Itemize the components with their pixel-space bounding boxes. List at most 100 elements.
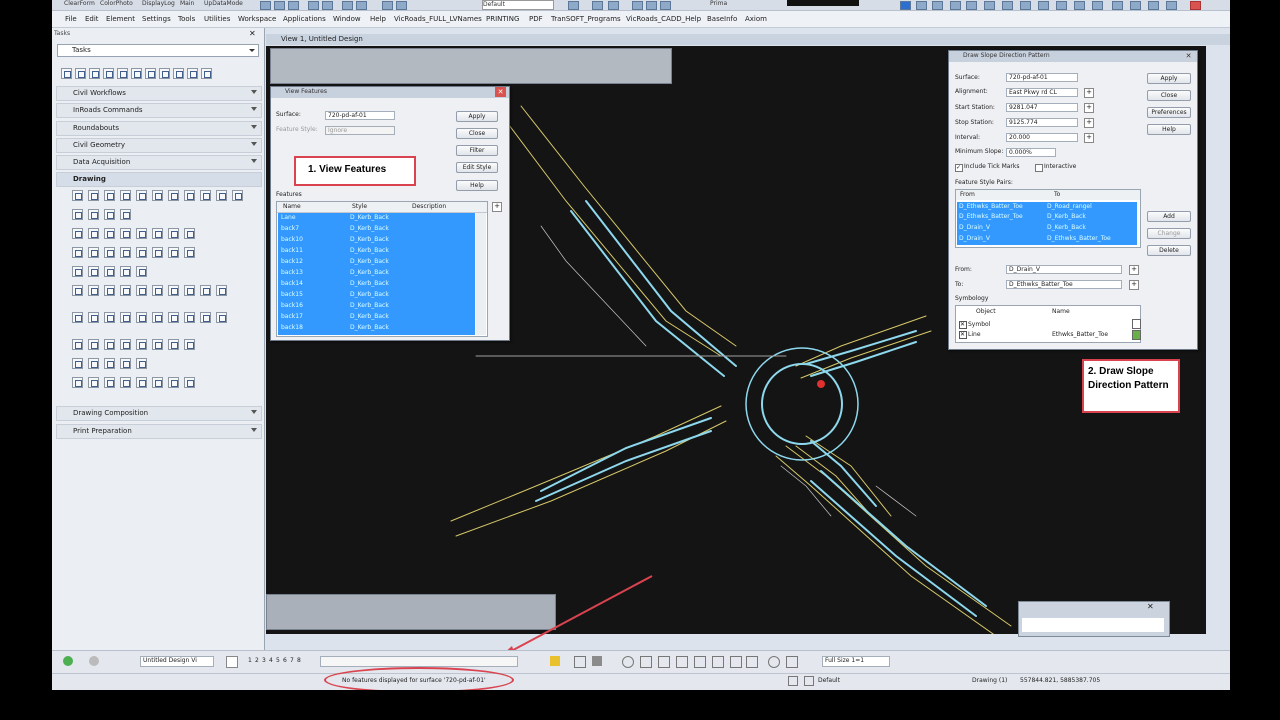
toolbar-icon[interactable] — [632, 1, 643, 10]
section-inroads-commands[interactable]: InRoads Commands — [56, 103, 262, 118]
table-row[interactable]: back16 D_Kerb_Back — [278, 301, 475, 312]
drawing-tool-icon[interactable] — [88, 266, 99, 277]
filter-button[interactable]: Filter — [456, 145, 498, 156]
drawing-tool-icon[interactable] — [72, 312, 83, 323]
drawing-tool-icon[interactable] — [72, 266, 83, 277]
start-station-input[interactable]: 9281.047 — [1006, 103, 1078, 112]
toolbar-icon[interactable] — [1166, 1, 1177, 10]
apply-button[interactable]: Apply — [1147, 73, 1191, 84]
drawing-tool-icon[interactable] — [88, 312, 99, 323]
pick-from-icon[interactable]: + — [1129, 265, 1139, 275]
drawing-tool-icon[interactable] — [152, 228, 163, 239]
help-button[interactable]: Help — [1147, 124, 1191, 135]
drawing-tool-icon[interactable] — [184, 228, 195, 239]
toolbar-icon[interactable] — [950, 1, 961, 10]
list-item[interactable]: D_Ethwks_Batter_Toe D_Kerb_Back — [957, 212, 1137, 222]
drawing-tool-icon[interactable] — [152, 247, 163, 258]
features-list[interactable]: Name Style Description Lane D_Kerb_Back b… — [276, 201, 488, 337]
close-icon[interactable] — [1190, 1, 1201, 10]
drawing-tool-icon[interactable] — [104, 209, 115, 220]
list-item[interactable]: D_Ethwks_Batter_Toe D_Road_rangel — [957, 202, 1137, 212]
table-row[interactable]: back14 D_Kerb_Back — [278, 279, 475, 290]
interactive-checkbox[interactable] — [1035, 164, 1043, 172]
pick-stop-icon[interactable]: + — [1084, 118, 1094, 128]
task-tool-icon[interactable] — [159, 68, 170, 79]
toolbar-item[interactable]: Prima — [710, 0, 727, 7]
view-6-button[interactable]: 6 — [283, 657, 287, 664]
section-drawing[interactable]: Drawing — [56, 172, 262, 187]
toolbar-icon[interactable] — [1020, 1, 1031, 10]
section-print-preparation[interactable]: Print Preparation — [56, 424, 262, 439]
snap-bisector-icon[interactable] — [768, 656, 780, 668]
task-tool-icon[interactable] — [61, 68, 72, 79]
drawing-tool-icon[interactable] — [136, 285, 147, 296]
drawing-tool-icon[interactable] — [88, 209, 99, 220]
table-row[interactable]: back13 D_Kerb_Back — [278, 268, 475, 279]
drawing-tool-icon[interactable] — [184, 377, 195, 388]
table-row[interactable]: back15 D_Kerb_Back — [278, 290, 475, 301]
drawing-tool-icon[interactable] — [120, 285, 131, 296]
toolbar-item[interactable]: ColorPhoto — [100, 0, 133, 7]
drawing-tool-icon[interactable] — [184, 339, 195, 350]
toolbar-icon[interactable] — [900, 1, 911, 10]
drawing-tool-icon[interactable] — [120, 358, 131, 369]
section-drawing-composition[interactable]: Drawing Composition — [56, 406, 262, 421]
feature-style-pairs-list[interactable]: From To D_Ethwks_Batter_Toe D_Road_rangel… — [955, 189, 1141, 248]
drawing-tool-icon[interactable] — [104, 247, 115, 258]
view-8-button[interactable]: 8 — [297, 657, 301, 664]
drawing-tool-icon[interactable] — [120, 247, 131, 258]
tasks-dropdown[interactable]: Tasks — [57, 44, 259, 57]
toolbar-icon[interactable] — [966, 1, 977, 10]
drawing-tool-icon[interactable] — [136, 190, 147, 201]
drawing-tool-icon[interactable] — [152, 190, 163, 201]
view-7-button[interactable]: 7 — [290, 657, 294, 664]
drawing-tool-icon[interactable] — [72, 190, 83, 201]
interval-icon[interactable]: + — [1084, 133, 1094, 143]
level-icon[interactable] — [804, 676, 814, 686]
floating-toolbar[interactable] — [270, 48, 672, 84]
pick-alignment-icon[interactable]: + — [1084, 88, 1094, 98]
toolbar-icon[interactable] — [1038, 1, 1049, 10]
help-button[interactable]: Help — [456, 180, 498, 191]
symbol-checkbox[interactable]: ✕ — [959, 321, 967, 329]
line-color-swatch[interactable] — [1132, 330, 1141, 340]
from-select[interactable]: D_Drain_V — [1006, 265, 1122, 274]
toolbar-icon[interactable] — [984, 1, 995, 10]
drawing-tool-icon[interactable] — [120, 228, 131, 239]
menu-applications[interactable]: Applications — [283, 15, 326, 23]
drawing-tool-icon[interactable] — [216, 190, 227, 201]
table-row[interactable]: back17 D_Kerb_Back — [278, 312, 475, 323]
menu-edit[interactable]: Edit — [85, 15, 99, 23]
forward-icon[interactable] — [89, 656, 99, 666]
section-roundabouts[interactable]: Roundabouts — [56, 121, 262, 136]
menu-vicroads-help[interactable]: VicRoads_CADD_Help — [626, 15, 701, 23]
drawing-tool-icon[interactable] — [120, 339, 131, 350]
snap-perp-icon[interactable] — [730, 656, 742, 668]
drawing-tool-icon[interactable] — [72, 339, 83, 350]
change-button[interactable]: Change — [1147, 228, 1191, 239]
col-style[interactable]: Style — [352, 203, 367, 210]
drawing-tool-icon[interactable] — [184, 312, 195, 323]
grid-icon[interactable] — [592, 656, 602, 666]
toolbar-icon[interactable] — [288, 1, 299, 10]
add-icon[interactable]: + — [492, 202, 502, 212]
apply-button[interactable]: Apply — [456, 111, 498, 122]
close-icon[interactable]: ✕ — [495, 87, 506, 97]
drawing-tool-icon[interactable] — [72, 228, 83, 239]
task-tool-icon[interactable] — [103, 68, 114, 79]
features-list-scrollbar[interactable] — [476, 213, 486, 335]
drawing-tool-icon[interactable] — [152, 312, 163, 323]
delete-button[interactable]: Delete — [1147, 245, 1191, 256]
toolbar-icon[interactable] — [356, 1, 367, 10]
drawing-tool-icon[interactable] — [88, 339, 99, 350]
drawing-tool-icon[interactable] — [88, 190, 99, 201]
menu-vicroads-full[interactable]: VicRoads_FULL_LVNames — [394, 15, 482, 23]
drawing-tool-icon[interactable] — [88, 285, 99, 296]
drawing-tool-icon[interactable] — [72, 377, 83, 388]
stop-station-input[interactable]: 9125.774 — [1006, 118, 1078, 127]
toolbar-item[interactable]: ClearForm — [64, 0, 95, 7]
drawing-tool-icon[interactable] — [152, 339, 163, 350]
toolbar-icon[interactable] — [916, 1, 927, 10]
menu-utilities[interactable]: Utilities — [204, 15, 230, 23]
drawing-tool-icon[interactable] — [168, 190, 179, 201]
